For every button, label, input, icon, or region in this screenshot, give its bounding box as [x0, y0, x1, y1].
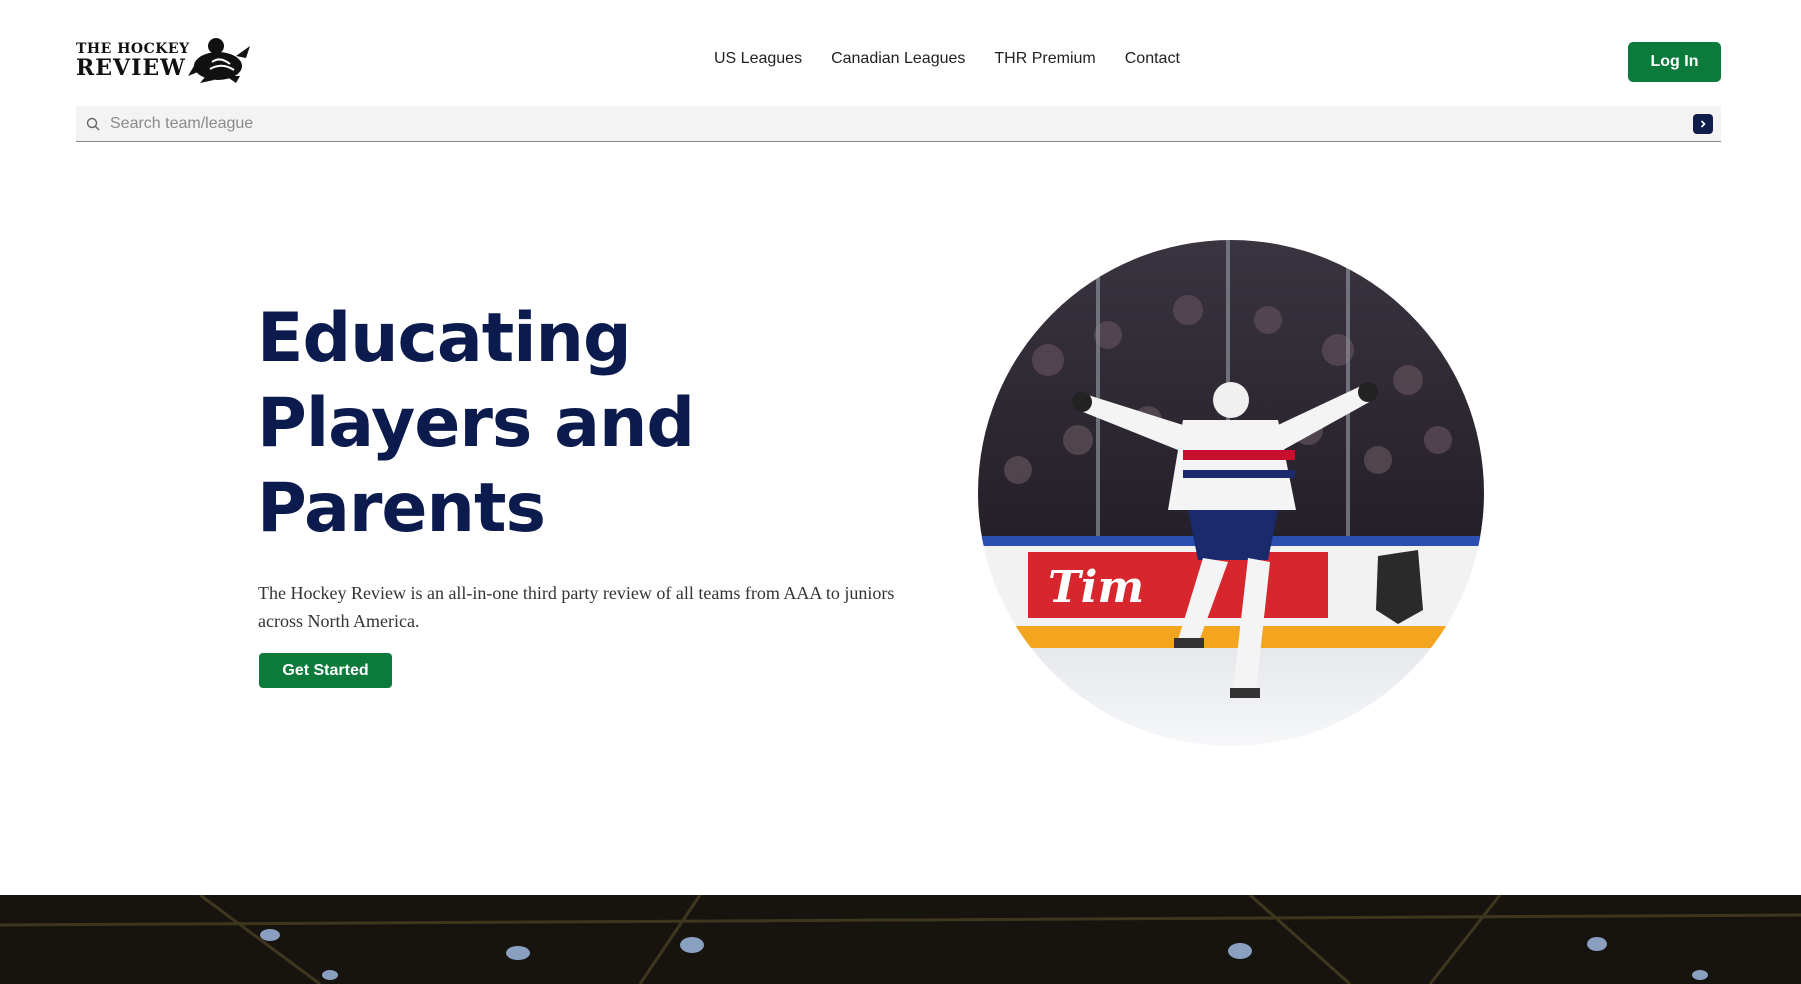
search-input[interactable] [110, 105, 1693, 142]
logo-top-text: THE HOCKEY [76, 40, 190, 57]
logo-wordmark: THE HOCKEY REVIEW [76, 42, 190, 79]
login-button[interactable]: Log In [1628, 42, 1721, 82]
arena-banner-image [0, 895, 1801, 984]
site-header: THE HOCKEY REVIEW US Leagues Canadian Le… [0, 0, 1801, 100]
hero-title-line: Players and [257, 384, 695, 463]
hero-title-line: Parents [257, 469, 546, 548]
chevron-right-icon [1700, 119, 1706, 128]
logo-bottom-text: REVIEW [76, 54, 186, 81]
svg-text:Tim: Tim [1048, 562, 1144, 613]
get-started-button[interactable]: Get Started [259, 653, 392, 688]
hero-hockey-player-photo: Tim [978, 240, 1484, 746]
search-icon [76, 106, 110, 142]
nav-thr-premium[interactable]: THR Premium [994, 50, 1095, 68]
hockey-player-logo-icon [188, 38, 250, 83]
nav-us-leagues[interactable]: US Leagues [714, 50, 802, 68]
hero-title-line: Educating [257, 299, 632, 378]
hero-subtitle: The Hockey Review is an all-in-one third… [258, 583, 895, 631]
site-logo[interactable]: THE HOCKEY REVIEW [76, 36, 252, 84]
search-bar [76, 105, 1721, 142]
main-nav: US Leagues Canadian Leagues THR Premium … [714, 50, 1180, 68]
search-submit-button[interactable] [1693, 113, 1713, 134]
hero-title: Educating Players and Parents [257, 296, 877, 551]
nav-contact[interactable]: Contact [1125, 50, 1180, 68]
nav-canadian-leagues[interactable]: Canadian Leagues [831, 50, 965, 68]
